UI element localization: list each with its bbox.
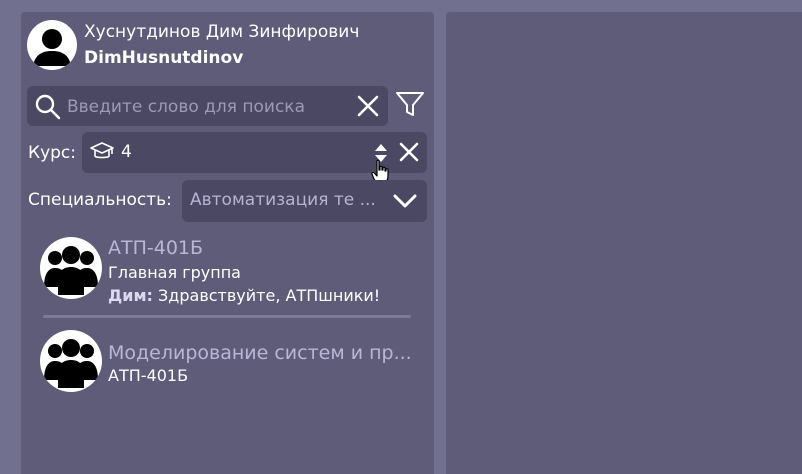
message-author: Дим: <box>108 286 153 305</box>
chat-subtitle: Главная группа <box>108 263 241 282</box>
specialty-select[interactable]: Автоматизация те ... <box>182 180 427 222</box>
filter-icon[interactable] <box>395 90 425 122</box>
clear-course-icon[interactable] <box>398 141 420 167</box>
profile-login: DimHusnutdinov <box>84 48 244 68</box>
specialty-label: Специальность: <box>28 190 172 210</box>
chat-main-panel <box>446 12 802 474</box>
chat-last-message: Дим: Здравствуйте, АТПшники! <box>108 286 380 305</box>
sidebar: Хуснутдинов Дим Зинфирович DimHusnutdino… <box>21 12 434 474</box>
search-icon <box>35 94 61 124</box>
graduation-cap-icon <box>90 141 114 167</box>
search-input[interactable] <box>65 92 349 122</box>
profile-name: Хуснутдинов Дим Зинфирович <box>84 22 360 42</box>
chat-list-item[interactable]: Моделирование систем и пр... АТП-401Б <box>40 330 430 396</box>
course-value: 4 <box>121 142 132 162</box>
close-icon[interactable] <box>356 94 380 122</box>
profile-header: Хуснутдинов Дим Зинфирович DimHusnutdino… <box>27 20 427 72</box>
user-avatar-icon[interactable] <box>27 20 77 70</box>
chevron-down-icon[interactable] <box>392 190 418 216</box>
search-box <box>27 86 388 126</box>
group-avatar-icon <box>40 330 102 392</box>
specialty-value: Автоматизация те ... <box>190 190 376 210</box>
chat-list-item[interactable]: АТП-401Б Главная группа Дим: Здравствуйт… <box>40 237 430 305</box>
message-text: Здравствуйте, АТПшники! <box>158 286 381 305</box>
chat-title: АТП-401Б <box>108 237 204 259</box>
group-avatar-icon <box>40 237 102 299</box>
course-label: Курс: <box>28 143 76 163</box>
chat-title: Моделирование систем и пр... <box>108 342 412 364</box>
chat-subtitle: АТП-401Б <box>108 366 189 385</box>
chat-divider <box>43 315 411 318</box>
